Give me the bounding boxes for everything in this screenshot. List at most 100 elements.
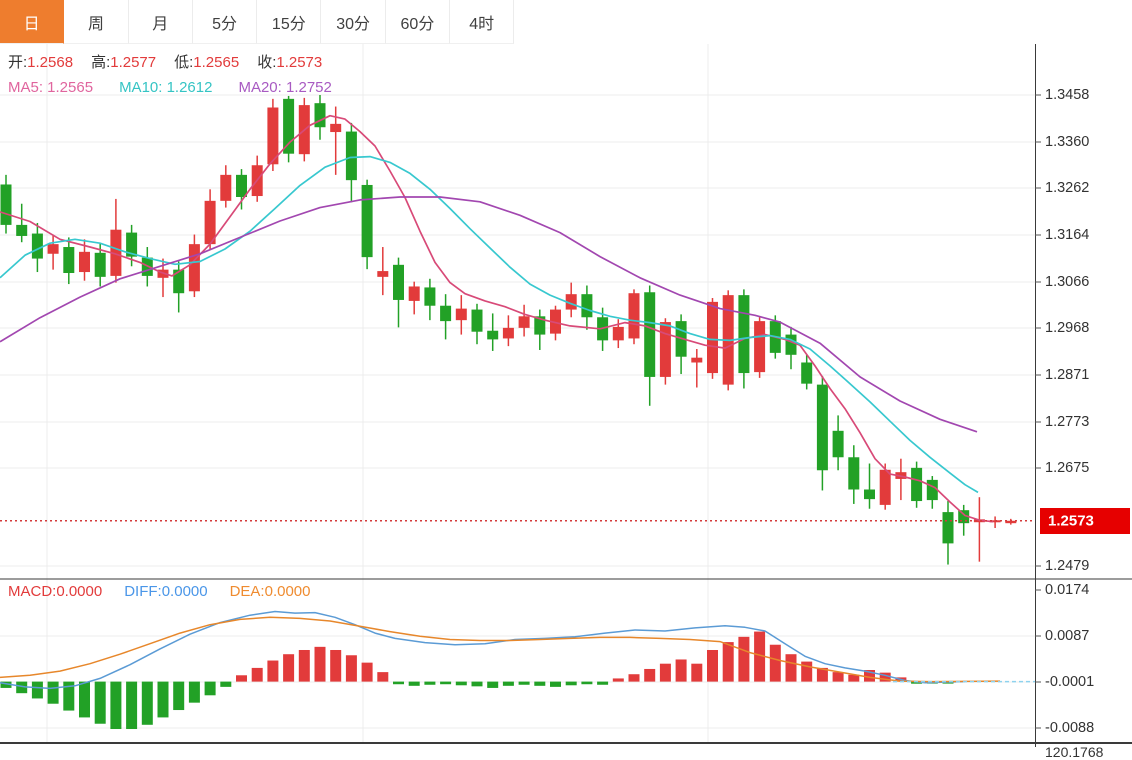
axis-label: 1.3458 — [1045, 87, 1089, 103]
candle-body — [424, 287, 435, 305]
candle-body — [943, 512, 954, 543]
candle-body — [236, 175, 247, 197]
candle-body — [833, 431, 844, 457]
candle-body — [503, 328, 514, 339]
ma-legend: MA5: 1.2565MA10: 1.2612MA20: 1.2752 — [8, 78, 332, 98]
candle-body — [613, 327, 624, 340]
macd-line-dea — [0, 617, 1000, 681]
macd-histogram-bar — [738, 637, 749, 682]
ohlc-close: 收:1.2573 — [257, 53, 322, 73]
macd-histogram-bar — [158, 682, 169, 718]
candle-body — [801, 362, 812, 383]
macd-histogram-bar — [707, 650, 718, 682]
macd-histogram-bar — [79, 682, 90, 718]
macd-histogram-bar — [487, 682, 498, 688]
macd-histogram-bar — [566, 682, 577, 686]
candle-body — [283, 99, 294, 154]
macd-histogram-bar — [833, 672, 844, 681]
macd-histogram-bar — [126, 682, 137, 729]
tab-4hour[interactable]: 4时 — [450, 0, 514, 44]
macd-histogram-bar — [456, 682, 467, 686]
macd-histogram-bar — [534, 682, 545, 686]
macd-histogram-bar — [362, 663, 373, 682]
macd-histogram-bar — [629, 674, 640, 681]
ohlc-high: 高:1.2577 — [91, 53, 156, 73]
ohlc-legend: 开:1.2568 高:1.2577 低:1.2565 收:1.2573 — [8, 53, 322, 73]
macd-legend-dea: DEA:0.0000 — [230, 582, 311, 602]
macd-histogram-bar — [267, 661, 278, 682]
macd-histogram-bar — [32, 682, 43, 699]
macd-histogram-bar — [409, 682, 420, 686]
candle-body — [707, 302, 718, 373]
macd-histogram-bar — [283, 654, 294, 681]
macd-histogram-bar — [581, 682, 592, 685]
macd-histogram-bar — [220, 682, 231, 687]
candle-body — [644, 292, 655, 377]
kline-chart-app: 日周月5分15分30分60分4时 1.34581.33601.32621.316… — [0, 0, 1132, 747]
tab-5min[interactable]: 5分 — [193, 0, 257, 44]
candle-body — [48, 244, 59, 254]
candle-body — [346, 132, 357, 181]
macd-legend: MACD:0.0000DIFF:0.0000DEA:0.0000 — [8, 582, 310, 602]
macd-histogram-bar — [519, 682, 530, 685]
ohlc-low: 低:1.2565 — [174, 53, 239, 73]
macd-histogram-bar — [173, 682, 184, 710]
macd-histogram-bar — [472, 682, 483, 687]
candle-body — [315, 103, 326, 127]
ma-line-ma20 — [0, 197, 977, 432]
macd-histogram-bar — [142, 682, 153, 725]
ma-legend-ma20: MA20: 1.2752 — [238, 78, 331, 98]
candle-body — [393, 265, 404, 300]
chart-area[interactable]: 1.34581.33601.32621.31641.30661.29681.28… — [0, 44, 1132, 747]
candle-body — [377, 271, 388, 277]
macd-histogram-bar — [346, 655, 357, 681]
tab-week[interactable]: 周 — [64, 0, 128, 44]
axis-label: 1.3066 — [1045, 274, 1089, 290]
candle-body — [409, 286, 420, 300]
candle-body — [440, 306, 451, 321]
ma-legend-ma10: MA10: 1.2612 — [119, 78, 212, 98]
candle-body — [330, 124, 341, 132]
candle-body — [487, 331, 498, 340]
macd-histogram-bar — [48, 682, 59, 704]
candle-body — [786, 335, 797, 355]
macd-histogram-bar — [723, 642, 734, 682]
candle-body — [16, 225, 27, 236]
candle-body — [880, 470, 891, 505]
axis-label: 1.3360 — [1045, 134, 1089, 150]
candle-body — [738, 295, 749, 373]
macd-histogram-bar — [613, 678, 624, 681]
candle-body — [911, 468, 922, 501]
candle-body — [754, 321, 765, 372]
candle-body — [660, 322, 671, 377]
clipped-bottom-axis-label: 120.1768 — [1045, 744, 1103, 760]
tab-month[interactable]: 月 — [129, 0, 193, 44]
candle-body — [456, 309, 467, 321]
tab-day[interactable]: 日 — [0, 0, 64, 44]
candle-body — [189, 244, 200, 291]
macd-histogram-bar — [189, 682, 200, 703]
macd-legend-macd: MACD:0.0000 — [8, 582, 102, 602]
candle-body — [95, 253, 106, 277]
axis-label: 0.0087 — [1045, 628, 1089, 644]
candlestick-macd-canvas[interactable]: 1.34581.33601.32621.31641.30661.29681.28… — [0, 44, 1132, 747]
timeframe-tabbar: 日周月5分15分30分60分4时 — [0, 0, 1132, 44]
ohlc-open: 开:1.2568 — [8, 53, 73, 73]
tab-30min[interactable]: 30分 — [321, 0, 385, 44]
macd-histogram-bar — [597, 682, 608, 685]
macd-histogram-bar — [660, 664, 671, 682]
candle-body — [691, 358, 702, 363]
candle-body — [220, 175, 231, 201]
axis-label: 1.2479 — [1045, 558, 1089, 574]
macd-histogram-bar — [95, 682, 106, 724]
tab-60min[interactable]: 60分 — [386, 0, 450, 44]
candle-body — [864, 490, 875, 500]
candle-body — [848, 457, 859, 489]
tab-15min[interactable]: 15分 — [257, 0, 321, 44]
macd-histogram-bar — [550, 682, 561, 687]
macd-histogram-bar — [110, 682, 121, 729]
candle-body — [472, 310, 483, 332]
macd-histogram-bar — [299, 650, 310, 682]
axis-label: 1.2871 — [1045, 367, 1089, 383]
macd-histogram-bar — [393, 682, 404, 685]
